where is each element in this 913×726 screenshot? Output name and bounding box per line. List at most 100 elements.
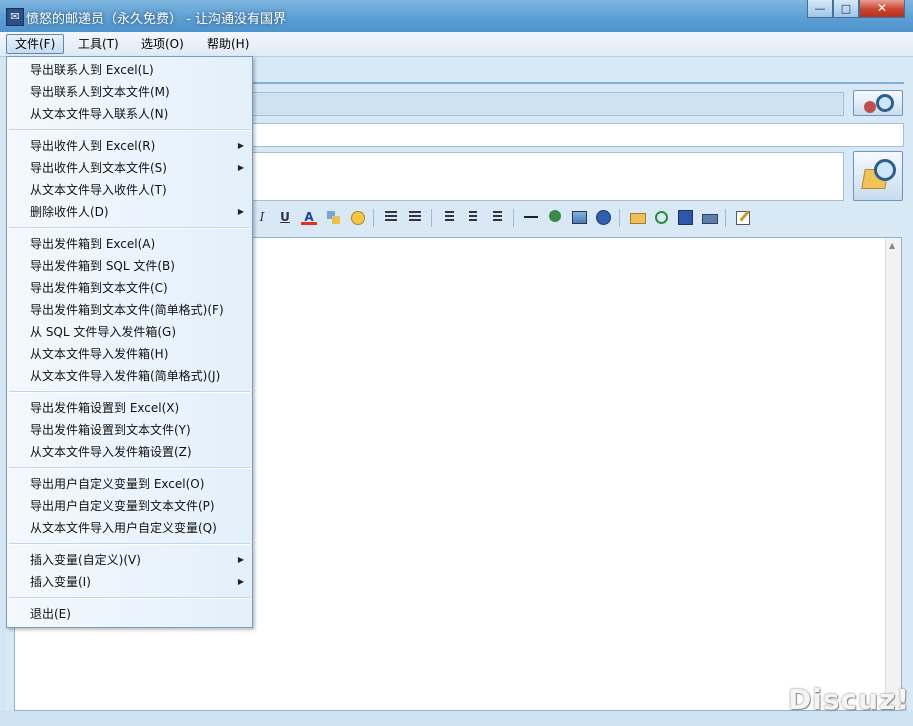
emoji-icon[interactable] bbox=[349, 209, 365, 225]
toolbar-separator bbox=[431, 209, 432, 227]
file-menu-item-label: 从文本文件导入收件人(T) bbox=[30, 183, 167, 197]
file-menu-item[interactable]: 退出(E) bbox=[7, 603, 252, 625]
horizontal-rule-icon[interactable] bbox=[523, 209, 539, 225]
file-menu-item-label: 导出收件人到文本文件(S) bbox=[30, 161, 167, 175]
file-menu-item[interactable]: 导出联系人到 Excel(L) bbox=[7, 59, 252, 81]
file-menu-item-label: 退出(E) bbox=[30, 607, 71, 621]
file-menu-item-label: 导出发件箱到 SQL 文件(B) bbox=[30, 259, 175, 273]
save-icon[interactable] bbox=[677, 209, 693, 225]
attachment-field[interactable] bbox=[252, 152, 844, 201]
file-menu-item-label: 从 SQL 文件导入发件箱(G) bbox=[30, 325, 177, 339]
search-contacts-button[interactable] bbox=[853, 90, 903, 116]
window-controls: — □ ✕ bbox=[807, 0, 905, 19]
file-menu-item-label: 导出发件箱设置到文本文件(Y) bbox=[30, 423, 191, 437]
menu-options[interactable]: 选项(O) bbox=[133, 34, 192, 54]
editor-toolbar: I U A bbox=[252, 206, 907, 230]
recipient-field[interactable] bbox=[252, 92, 844, 116]
underline-icon[interactable]: U bbox=[277, 209, 293, 225]
status-strip bbox=[0, 711, 913, 726]
submenu-arrow-icon: ▶ bbox=[237, 163, 244, 172]
insert-image-icon[interactable] bbox=[571, 209, 587, 225]
file-menu-item-label: 插入变量(I) bbox=[30, 575, 91, 589]
file-menu-item[interactable]: 从文本文件导入用户自定义变量(Q) bbox=[7, 517, 252, 539]
file-menu-item[interactable]: 删除收件人(D) ▶ bbox=[7, 201, 252, 223]
close-button[interactable]: ✕ bbox=[859, 0, 905, 18]
maximize-button[interactable]: □ bbox=[833, 0, 859, 18]
align-center-icon[interactable] bbox=[465, 209, 481, 225]
file-menu-dropdown: 导出联系人到 Excel(L) 导出联系人到文本文件(M) 从文本文件导入联系人(N… bbox=[6, 56, 253, 628]
outdent-icon[interactable] bbox=[407, 209, 423, 225]
magnifier-icon bbox=[876, 94, 894, 112]
italic-icon[interactable]: I bbox=[254, 209, 270, 225]
editor-scrollbar[interactable]: ▲ bbox=[885, 238, 901, 710]
file-menu-item[interactable]: 导出发件箱到文本文件(C) bbox=[7, 277, 252, 299]
file-menu-item-label: 导出用户自定义变量到 Excel(O) bbox=[30, 477, 205, 491]
submenu-arrow-icon: ▶ bbox=[237, 141, 244, 150]
toolbar-separator bbox=[373, 209, 374, 227]
file-menu-item-label: 从文本文件导入用户自定义变量(Q) bbox=[30, 521, 217, 535]
align-right-icon[interactable] bbox=[489, 209, 505, 225]
menu-separator bbox=[9, 227, 250, 229]
menu-separator bbox=[9, 129, 250, 131]
open-folder-icon[interactable] bbox=[629, 209, 646, 225]
file-menu-item[interactable]: 从文本文件导入发件箱(H) bbox=[7, 343, 252, 365]
print-icon[interactable] bbox=[701, 209, 718, 225]
file-menu-item[interactable]: 导出发件箱设置到文本文件(Y) bbox=[7, 419, 252, 441]
toolbar-separator bbox=[513, 209, 514, 227]
file-menu-item-label: 从文本文件导入发件箱设置(Z) bbox=[30, 445, 192, 459]
preview-icon[interactable] bbox=[653, 209, 669, 225]
file-menu-item[interactable]: 从文本文件导入发件箱(简单格式)(J) bbox=[7, 365, 252, 387]
file-menu-item[interactable]: 从文本文件导入联系人(N) bbox=[7, 103, 252, 125]
file-menu-item[interactable]: 从 SQL 文件导入发件箱(G) bbox=[7, 321, 252, 343]
submenu-arrow-icon: ▶ bbox=[237, 577, 244, 586]
file-menu-item-label: 从文本文件导入发件箱(H) bbox=[30, 347, 169, 361]
menu-help[interactable]: 帮助(H) bbox=[199, 34, 257, 54]
browse-attachment-button[interactable] bbox=[853, 151, 903, 201]
file-menu-item-label: 导出发件箱到文本文件(C) bbox=[30, 281, 168, 295]
file-menu-item[interactable]: 导出发件箱设置到 Excel(X) bbox=[7, 397, 252, 419]
menu-separator bbox=[9, 597, 250, 599]
file-menu-item[interactable]: 插入变量(I) ▶ bbox=[7, 571, 252, 593]
file-menu-item[interactable]: 从文本文件导入发件箱设置(Z) bbox=[7, 441, 252, 463]
file-menu-item-label: 导出联系人到 Excel(L) bbox=[30, 63, 154, 77]
toolbar-separator bbox=[619, 209, 620, 227]
envelope-icon: ✉ bbox=[6, 8, 24, 26]
menu-bar: 文件(F) 工具(T) 选项(O) 帮助(H) bbox=[0, 32, 913, 57]
edit-icon[interactable] bbox=[735, 209, 751, 225]
menu-tools[interactable]: 工具(T) bbox=[70, 34, 127, 54]
file-menu-item[interactable]: 导出收件人到文本文件(S) ▶ bbox=[7, 157, 252, 179]
submenu-arrow-icon: ▶ bbox=[237, 555, 244, 564]
file-menu-item[interactable]: 导出联系人到文本文件(M) bbox=[7, 81, 252, 103]
file-menu-item-label: 导出发件箱到 Excel(A) bbox=[30, 237, 156, 251]
insert-flash-icon[interactable] bbox=[595, 209, 611, 225]
font-color-icon[interactable]: A bbox=[301, 209, 317, 225]
menu-separator bbox=[9, 467, 250, 469]
file-menu-item[interactable]: 从文本文件导入收件人(T) bbox=[7, 179, 252, 201]
align-left-icon[interactable] bbox=[441, 209, 457, 225]
file-menu-item-label: 导出发件箱到文本文件(简单格式)(F) bbox=[30, 303, 224, 317]
file-menu-item-label: 从文本文件导入发件箱(简单格式)(J) bbox=[30, 369, 221, 383]
file-menu-item[interactable]: 插入变量(自定义)(V) ▶ bbox=[7, 549, 252, 571]
file-menu-item-label: 导出收件人到 Excel(R) bbox=[30, 139, 156, 153]
file-menu-item[interactable]: 导出发件箱到文本文件(简单格式)(F) bbox=[7, 299, 252, 321]
file-menu-item[interactable]: 导出发件箱到 SQL 文件(B) bbox=[7, 255, 252, 277]
menu-separator bbox=[9, 391, 250, 393]
file-menu-item-label: 删除收件人(D) bbox=[30, 205, 109, 219]
tab-divider bbox=[252, 82, 904, 84]
scroll-up-icon[interactable]: ▲ bbox=[889, 241, 895, 250]
file-menu-item[interactable]: 导出用户自定义变量到文本文件(P) bbox=[7, 495, 252, 517]
subject-field[interactable] bbox=[252, 123, 904, 147]
insert-link-icon[interactable] bbox=[547, 209, 563, 225]
menu-file[interactable]: 文件(F) bbox=[6, 34, 65, 54]
indent-icon[interactable] bbox=[383, 209, 399, 225]
file-menu-item-label: 导出联系人到文本文件(M) bbox=[30, 85, 170, 99]
minimize-button[interactable]: — bbox=[807, 0, 833, 18]
file-menu-item-label: 导出发件箱设置到 Excel(X) bbox=[30, 401, 180, 415]
file-menu-item[interactable]: 导出收件人到 Excel(R) ▶ bbox=[7, 135, 252, 157]
file-menu-item-label: 导出用户自定义变量到文本文件(P) bbox=[30, 499, 215, 513]
watermark-text: Discuz! bbox=[788, 683, 911, 716]
file-menu-item[interactable]: 导出发件箱到 Excel(A) bbox=[7, 233, 252, 255]
highlight-icon[interactable] bbox=[325, 209, 341, 225]
file-menu-item[interactable]: 导出用户自定义变量到 Excel(O) bbox=[7, 473, 252, 495]
file-menu-item-label: 插入变量(自定义)(V) bbox=[30, 553, 141, 567]
